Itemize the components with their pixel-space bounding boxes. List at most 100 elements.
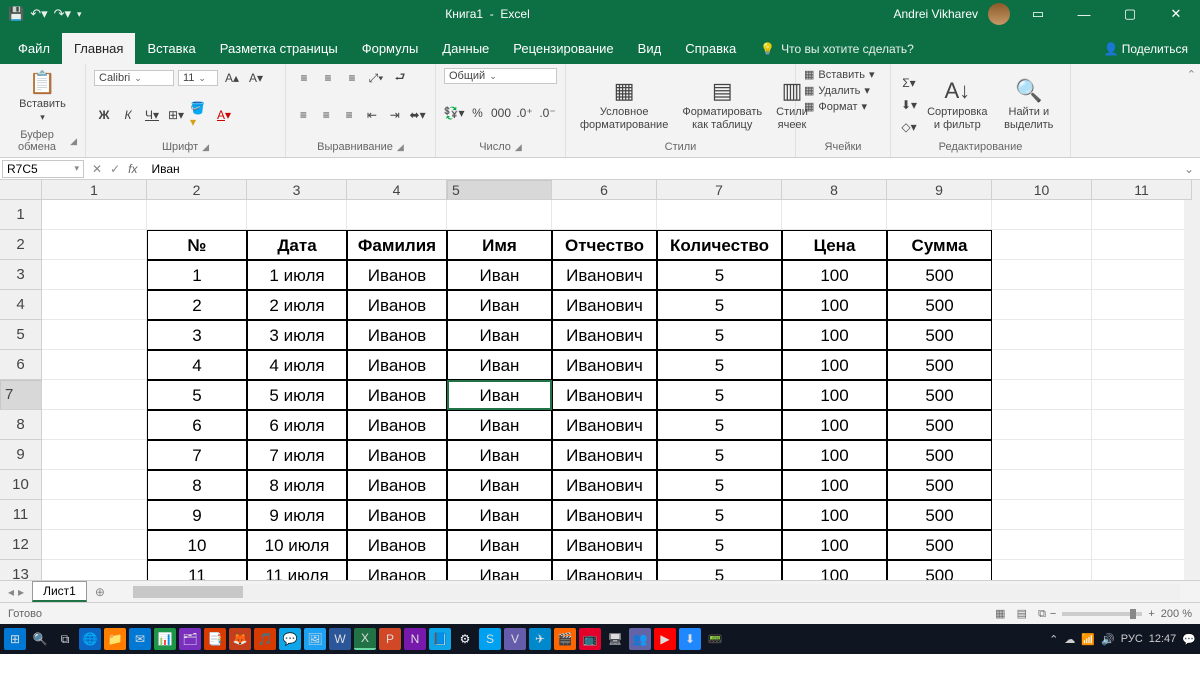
cell[interactable]: 100	[782, 380, 887, 410]
cell[interactable]	[247, 200, 347, 230]
merge-icon[interactable]: ⬌▾	[408, 105, 427, 125]
excel-icon[interactable]: X	[354, 628, 376, 650]
cell[interactable]	[42, 530, 147, 560]
cell[interactable]	[1092, 230, 1192, 260]
font-size-select[interactable]: 11⌄	[178, 70, 218, 86]
tray-volume-icon[interactable]: 🔊	[1101, 633, 1115, 646]
cell[interactable]: 100	[782, 500, 887, 530]
taskbar-app[interactable]: 🦊	[229, 628, 251, 650]
tab-view[interactable]: Вид	[626, 33, 674, 64]
expand-formula-icon[interactable]: ⌄	[1178, 162, 1200, 176]
cell[interactable]	[992, 560, 1092, 580]
number-format-select[interactable]: Общий⌄	[444, 68, 557, 84]
name-box[interactable]: R7C5▾	[2, 160, 84, 178]
cell[interactable]: Иван	[447, 320, 552, 350]
zoom-level[interactable]: 200 %	[1161, 608, 1192, 620]
cell[interactable]	[42, 230, 147, 260]
tray-cloud-icon[interactable]: ☁	[1064, 633, 1075, 646]
cell[interactable]	[992, 380, 1092, 410]
cell[interactable]: Иван	[447, 440, 552, 470]
sheet-tab[interactable]: Лист1	[32, 581, 87, 602]
font-dialog-icon[interactable]: ◢	[202, 142, 209, 153]
cell[interactable]	[1092, 410, 1192, 440]
cell[interactable]: Иванович	[552, 320, 657, 350]
cell[interactable]: Иванович	[552, 470, 657, 500]
row-header[interactable]: 5	[0, 320, 42, 350]
align-middle-icon[interactable]: ≡	[318, 68, 338, 88]
user-name[interactable]: Andrei Vikharev	[894, 7, 979, 21]
cell[interactable]	[1092, 470, 1192, 500]
column-header[interactable]: 1	[42, 180, 147, 200]
normal-view-icon[interactable]: ▦	[991, 608, 1009, 620]
column-header[interactable]: 9	[887, 180, 992, 200]
tray-wifi-icon[interactable]: 📶	[1081, 633, 1095, 646]
cell[interactable]: 500	[887, 440, 992, 470]
task-view-icon[interactable]: ⧉	[54, 628, 76, 650]
zoom-slider[interactable]	[1062, 612, 1142, 616]
column-header[interactable]: 11	[1092, 180, 1192, 200]
font-color-button[interactable]: A▾	[214, 105, 234, 125]
cell[interactable]: Иванович	[552, 290, 657, 320]
row-header[interactable]: 8	[0, 410, 42, 440]
taskbar-app[interactable]: 📑	[204, 628, 226, 650]
taskbar-app[interactable]: 🌐	[79, 628, 101, 650]
orientation-icon[interactable]: ⤢▾	[366, 68, 386, 88]
cell[interactable]	[1092, 530, 1192, 560]
autosum-icon[interactable]: Σ▾	[899, 73, 919, 93]
cell[interactable]	[42, 440, 147, 470]
cell[interactable]	[992, 230, 1092, 260]
taskbar-app[interactable]: 📊	[154, 628, 176, 650]
cell[interactable]: 7 июля	[247, 440, 347, 470]
column-header[interactable]: 10	[992, 180, 1092, 200]
tab-file[interactable]: Файл	[6, 33, 62, 64]
cell[interactable]	[552, 200, 657, 230]
clear-icon[interactable]: ◇▾	[899, 117, 919, 137]
cell[interactable]	[992, 260, 1092, 290]
teams-icon[interactable]: 👥	[629, 628, 651, 650]
page-break-view-icon[interactable]: ⧉	[1034, 608, 1050, 620]
find-select-button[interactable]: 🔍Найти и выделить	[996, 76, 1062, 132]
cell[interactable]: Цена	[782, 230, 887, 260]
fill-color-button[interactable]: 🪣▾	[190, 105, 210, 125]
cell[interactable]	[42, 470, 147, 500]
cell[interactable]: Иван	[447, 350, 552, 380]
column-header[interactable]: 4	[347, 180, 447, 200]
cell[interactable]: Иванов	[347, 290, 447, 320]
cell[interactable]: 10 июля	[247, 530, 347, 560]
cell[interactable]: Иванов	[347, 470, 447, 500]
cell[interactable]: Дата	[247, 230, 347, 260]
taskbar-app[interactable]: 🖥	[604, 628, 626, 650]
cell[interactable]	[42, 290, 147, 320]
cell[interactable]: 8 июля	[247, 470, 347, 500]
cell[interactable]	[1092, 260, 1192, 290]
column-header[interactable]: 5	[447, 180, 552, 200]
cell[interactable]: 2 июля	[247, 290, 347, 320]
cell[interactable]: Иванов	[347, 350, 447, 380]
cell[interactable]: 1 июля	[247, 260, 347, 290]
column-header[interactable]: 2	[147, 180, 247, 200]
cell[interactable]: Иванович	[552, 410, 657, 440]
cell[interactable]: 100	[782, 440, 887, 470]
cell[interactable]: Иванович	[552, 500, 657, 530]
row-header[interactable]: 6	[0, 350, 42, 380]
cell[interactable]: 7	[147, 440, 247, 470]
cell[interactable]	[992, 290, 1092, 320]
cell[interactable]	[1092, 320, 1192, 350]
cell[interactable]	[1092, 200, 1192, 230]
tab-formulas[interactable]: Формулы	[350, 33, 431, 64]
cell[interactable]	[42, 500, 147, 530]
row-header[interactable]: 9	[0, 440, 42, 470]
cell[interactable]: 6 июля	[247, 410, 347, 440]
cell[interactable]	[887, 200, 992, 230]
add-sheet-icon[interactable]: ⊕	[87, 585, 113, 599]
telegram-icon[interactable]: ✈	[529, 628, 551, 650]
cell[interactable]	[42, 320, 147, 350]
cell[interactable]: 100	[782, 350, 887, 380]
cell[interactable]: Иванович	[552, 530, 657, 560]
cell[interactable]: Иванович	[552, 380, 657, 410]
sheet-nav-prev-icon[interactable]: ◂	[8, 585, 14, 599]
cell[interactable]: Иванов	[347, 260, 447, 290]
start-icon[interactable]: ⊞	[4, 628, 26, 650]
cell[interactable]: 5	[657, 320, 782, 350]
cell[interactable]: Иван	[447, 500, 552, 530]
